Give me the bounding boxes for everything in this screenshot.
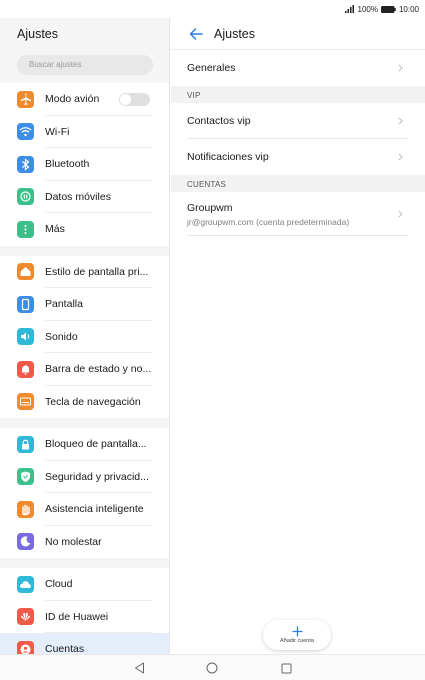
moon-icon (17, 533, 34, 551)
vip-section-header: VIP (171, 86, 425, 103)
sidebar-item-label: Cuentas (45, 643, 85, 654)
settings-group: Bloqueo de pantalla... Seguridad y privac… (0, 428, 169, 558)
sidebar-item-label: Cloud (45, 578, 73, 591)
cloud-icon (17, 575, 34, 593)
sidebar-title: Ajustes (17, 27, 58, 41)
sidebar-item-label: Datos móviles (45, 190, 111, 203)
display-icon (17, 295, 34, 313)
airplane-mode-toggle[interactable] (119, 93, 150, 106)
recents-nav-button[interactable] (279, 661, 293, 675)
sidebar-item-label: Estilo de pantalla pri... (45, 265, 149, 278)
divider (187, 235, 408, 236)
sidebar-item-datos-móviles[interactable]: Datos móviles (0, 180, 169, 213)
wifi-icon (17, 123, 34, 141)
sound-icon (17, 328, 34, 346)
sidebar-item-no-molestar[interactable]: No molestar (0, 525, 169, 558)
sidebar-item-cloud[interactable]: Cloud (0, 568, 169, 601)
airplane-icon (17, 90, 34, 108)
huawei-icon (17, 608, 34, 626)
notification-icon (17, 360, 34, 378)
square-recents-icon (281, 663, 291, 673)
shield-icon (17, 468, 34, 486)
sidebar-item-label: Pantalla (45, 298, 83, 311)
sidebar-item-bluetooth[interactable]: Bluetooth (0, 148, 169, 181)
detail-header: Ajustes (171, 18, 425, 50)
lock-icon (17, 435, 34, 453)
home-nav-button[interactable] (205, 661, 219, 675)
sidebar-item-wi-fi[interactable]: Wi-Fi (0, 115, 169, 148)
add-account-button[interactable]: Añadir cuenta (263, 620, 331, 650)
sidebar-item-label: Wi-Fi (45, 125, 70, 138)
account-groupwm-item[interactable]: Groupwm jr@groupwm.com (cuenta predeterm… (171, 192, 425, 236)
sidebar-item-label: Barra de estado y no... (45, 363, 152, 376)
add-account-label: Añadir cuenta (280, 638, 314, 644)
sidebar-item-sonido[interactable]: Sonido (0, 320, 169, 353)
sidebar-item-label: No molestar (45, 535, 102, 548)
settings-group: Modo avión Wi-Fi Bluetooth Datos móviles Más (0, 83, 169, 246)
clock: 10:00 (398, 4, 419, 14)
sidebar-item-label: ID de Huawei (45, 610, 109, 623)
settings-group: Cloud ID de Huawei Cuentas (0, 568, 169, 654)
sidebar-item-asistencia-inteligente[interactable]: Asistencia inteligente (0, 493, 169, 526)
more-icon (17, 220, 34, 238)
triangle-back-icon (134, 662, 144, 674)
settings-sidebar: Ajustes Buscar ajustes Modo avión Wi-Fi Bl… (0, 18, 170, 654)
sidebar-item-cuentas[interactable]: Cuentas (0, 633, 169, 654)
sidebar-item-label: Más (45, 223, 65, 236)
bluetooth-icon (17, 155, 34, 173)
chevron-right-icon (398, 210, 403, 218)
account-icon (17, 640, 34, 654)
search-input[interactable]: Buscar ajustes (17, 55, 153, 75)
sidebar-item-id-de-huawei[interactable]: ID de Huawei (0, 600, 169, 633)
sidebar-item-pantalla[interactable]: Pantalla (0, 288, 169, 321)
contactos-vip-label: Contactos vip (187, 115, 251, 127)
cuentas-section-header: CUENTAS (171, 175, 425, 192)
generales-item[interactable]: Generales (171, 50, 425, 86)
chevron-right-icon (398, 153, 403, 161)
sidebar-item-label: Seguridad y privacid... (45, 470, 149, 483)
account-email: jr@groupwm.com (cuenta predeterminada) (187, 216, 350, 227)
chevron-right-icon (398, 117, 403, 125)
sidebar-item-label: Asistencia inteligente (45, 503, 144, 516)
sidebar-item-estilo-de-pantalla-pri[interactable]: Estilo de pantalla pri... (0, 255, 169, 288)
sidebar-item-barra-de-estado-y-no[interactable]: Barra de estado y no... (0, 353, 169, 386)
sidebar-item-bloqueo-de-pantalla[interactable]: Bloqueo de pantalla... (0, 428, 169, 461)
back-arrow-icon[interactable] (188, 26, 204, 42)
signal-icon (344, 5, 354, 13)
nav-key-icon (17, 393, 34, 411)
back-nav-button[interactable] (132, 661, 146, 675)
mobile-data-icon (17, 188, 34, 206)
generales-label: Generales (187, 62, 236, 74)
sidebar-item-seguridad-y-privacid[interactable]: Seguridad y privacid... (0, 460, 169, 493)
sidebar-item-label: Bloqueo de pantalla... (45, 438, 147, 451)
navigation-bar (0, 654, 425, 680)
chevron-right-icon (398, 64, 403, 72)
battery-percent: 100% (357, 4, 378, 14)
account-name: Groupwm (187, 201, 233, 214)
circle-home-icon (206, 662, 218, 674)
notificaciones-vip-label: Notificaciones vip (187, 151, 269, 163)
sidebar-item-modo-avión[interactable]: Modo avión (0, 83, 169, 116)
sidebar-item-label: Tecla de navegación (45, 395, 141, 408)
settings-group: Estilo de pantalla pri... Pantalla Sonido B… (0, 255, 169, 418)
sidebar-item-más[interactable]: Más (0, 213, 169, 246)
hand-icon (17, 500, 34, 518)
battery-icon (380, 5, 396, 13)
contactos-vip-item[interactable]: Contactos vip (171, 103, 425, 139)
sidebar-item-label: Sonido (45, 330, 78, 343)
home-icon (17, 263, 34, 281)
status-bar: 100% 10:00 (0, 0, 425, 18)
sidebar-item-label: Bluetooth (45, 158, 90, 171)
plus-icon (292, 626, 302, 637)
detail-pane: Ajustes Generales VIP Contactos vip Noti… (171, 18, 425, 654)
sidebar-item-tecla-de-navegación[interactable]: Tecla de navegación (0, 385, 169, 418)
notificaciones-vip-item[interactable]: Notificaciones vip (171, 139, 425, 175)
detail-title: Ajustes (214, 26, 255, 41)
